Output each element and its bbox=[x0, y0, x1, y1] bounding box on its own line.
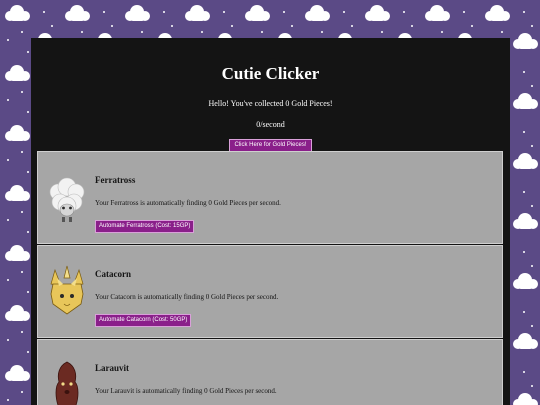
cutie-description: Your Catacorn is automatically finding 0… bbox=[95, 293, 279, 301]
automate-ferratross-button[interactable]: Automate Ferratross (Cost: 15GP) bbox=[95, 220, 195, 233]
cutie-name: Larauvit bbox=[95, 363, 130, 373]
cutie-card-ferratross: Ferratross Your Ferratross is automatica… bbox=[37, 151, 503, 244]
gold-count-text: Hello! You've collected 0 Gold Pieces! bbox=[208, 99, 333, 108]
cutie-description: Your Ferratross is automatically finding… bbox=[95, 199, 281, 207]
catacorn-icon bbox=[50, 265, 84, 315]
cutie-card-larauvit: Larauvit Your Larauvit is automatically … bbox=[37, 339, 503, 405]
cutie-card-catacorn: Catacorn Your Catacorn is automatically … bbox=[37, 245, 503, 338]
game-panel: Cutie Clicker Hello! You've collected 0 … bbox=[31, 38, 510, 405]
gold-rate-text: 0/second bbox=[256, 120, 285, 129]
cutie-name: Catacorn bbox=[95, 269, 131, 279]
cutie-name: Ferratross bbox=[95, 175, 136, 185]
game-header: Cutie Clicker Hello! You've collected 0 … bbox=[31, 38, 510, 152]
larauvit-icon bbox=[55, 361, 79, 405]
ferratross-icon bbox=[49, 177, 85, 222]
cutie-description: Your Larauvit is automatically finding 0… bbox=[95, 387, 277, 395]
automate-catacorn-button[interactable]: Automate Catacorn (Cost: 50GP) bbox=[95, 314, 192, 327]
game-title: Cutie Clicker bbox=[221, 64, 320, 83]
